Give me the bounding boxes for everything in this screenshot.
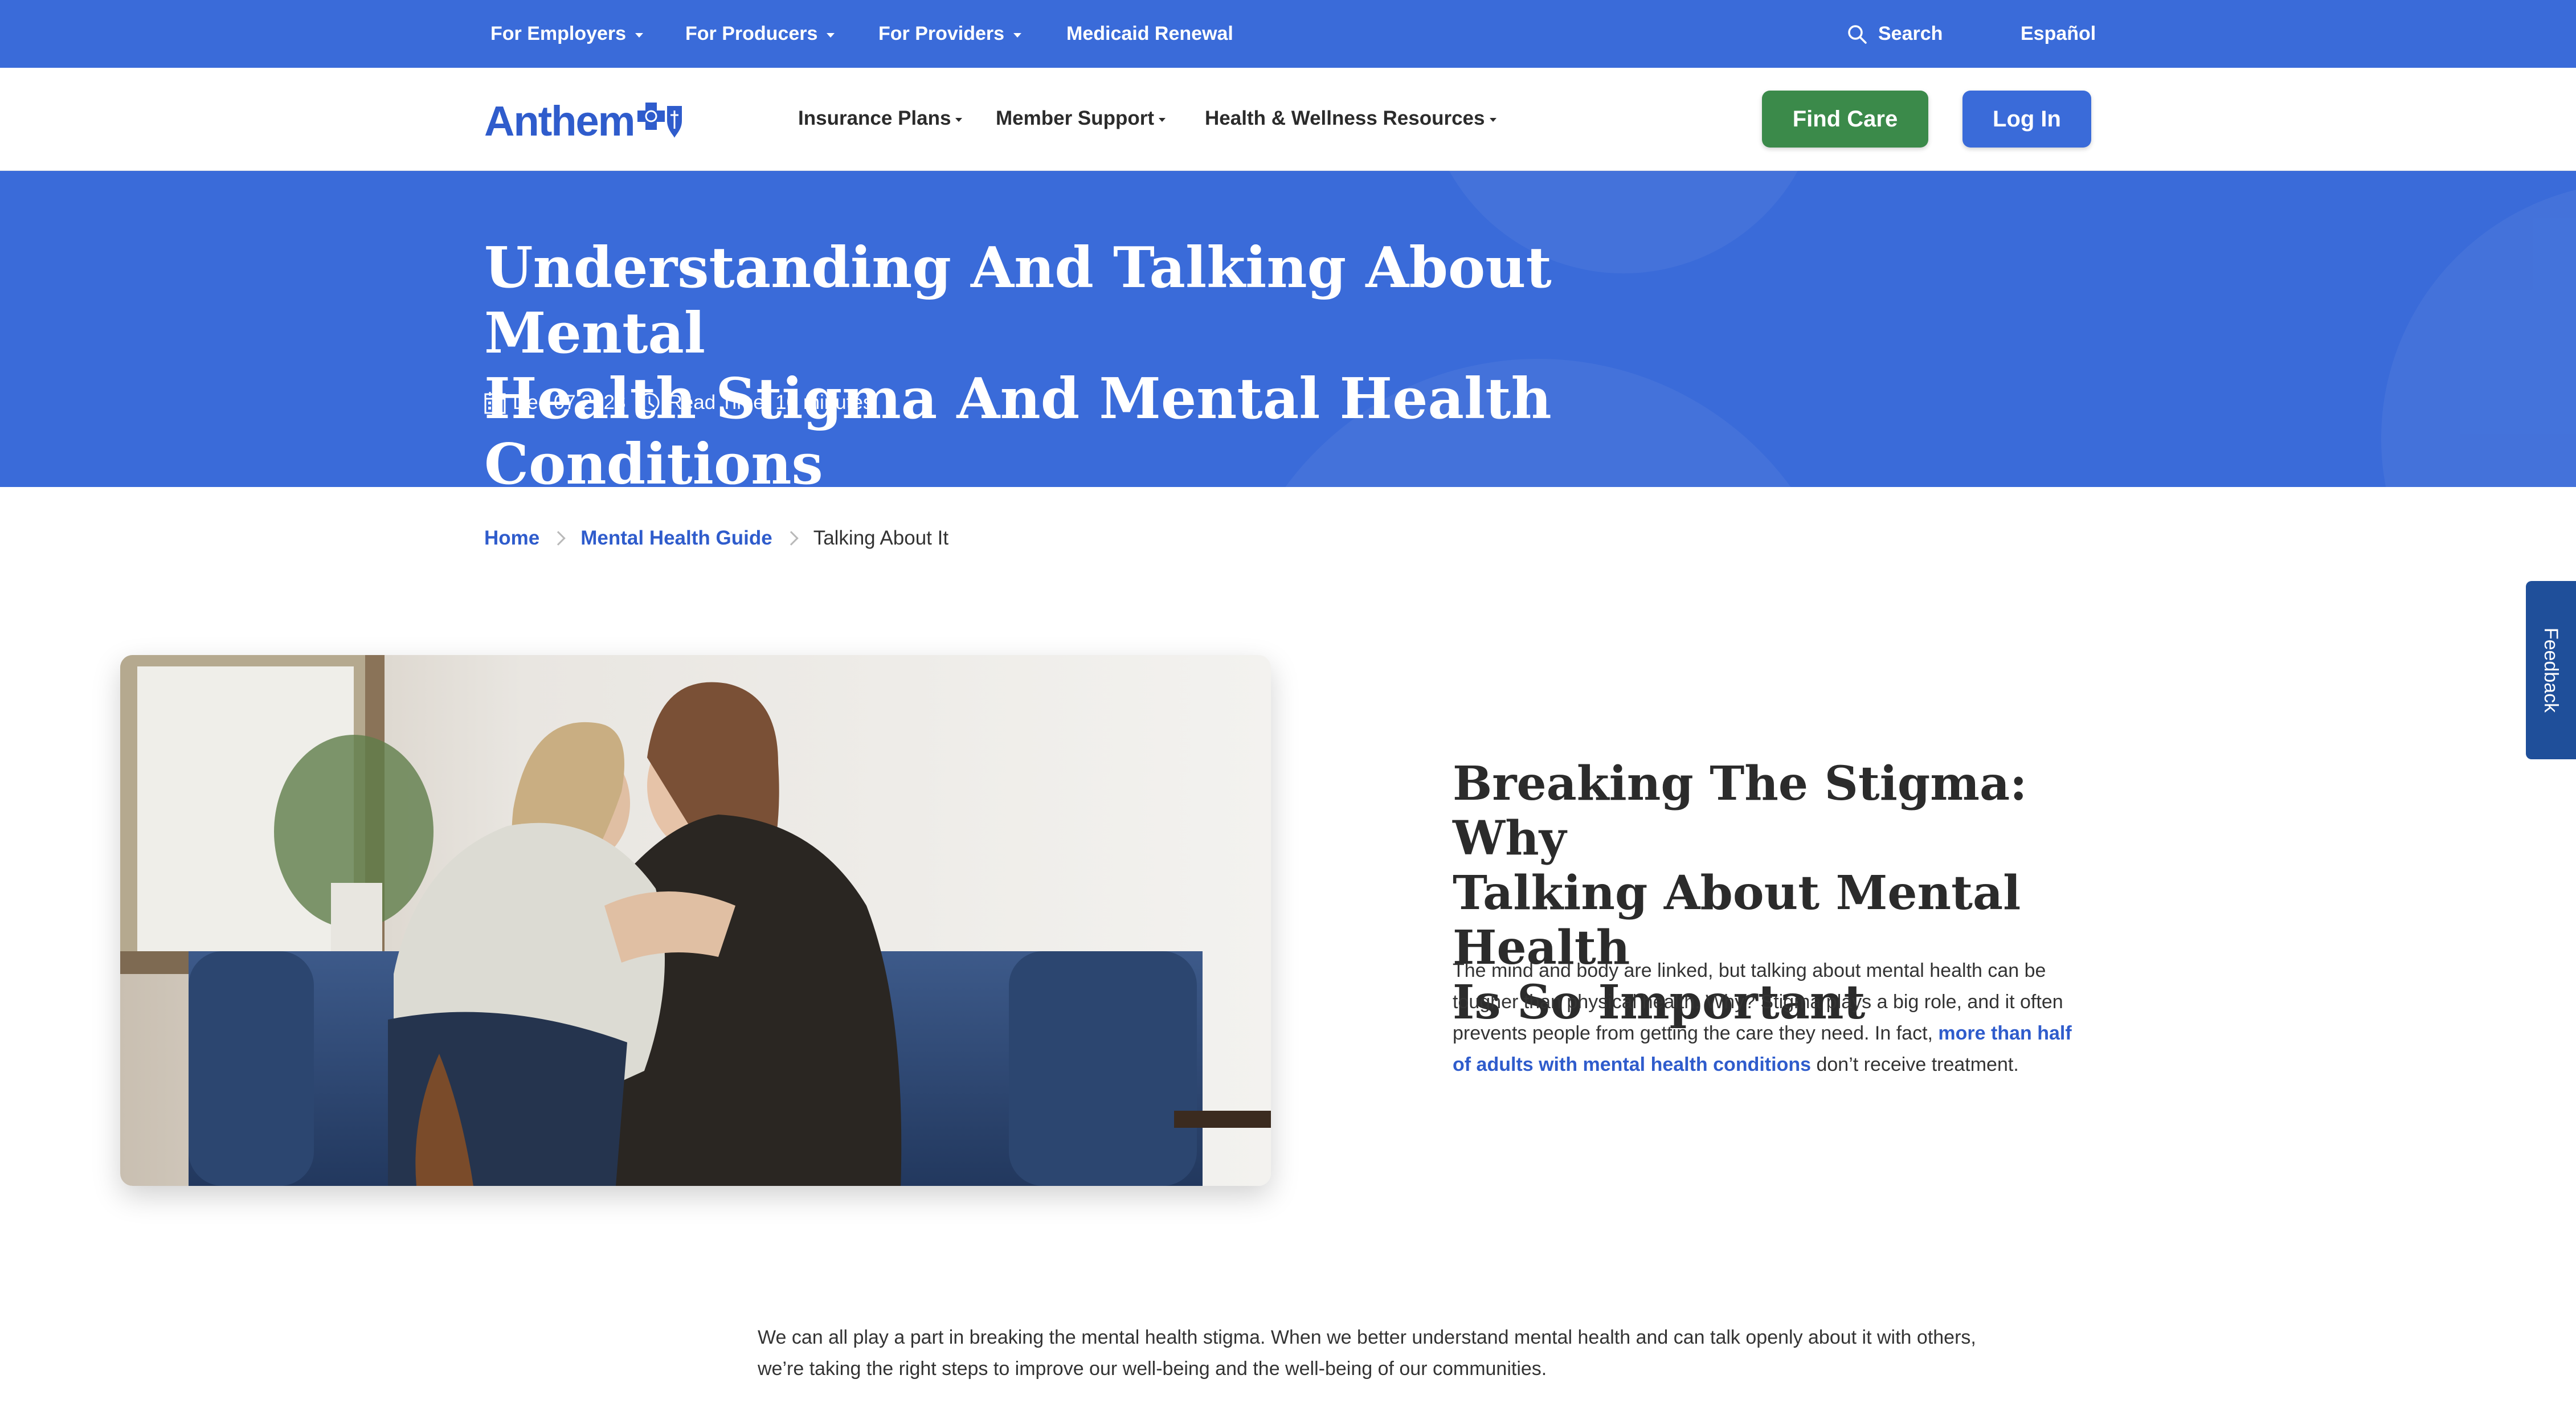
chevron-down-icon <box>1159 117 1166 122</box>
main-header: Anthem Insurance Plans Member Support He… <box>0 68 2576 171</box>
utility-link-label: For Employers <box>490 23 627 44</box>
chevron-down-icon <box>1489 117 1496 122</box>
utility-link-employers[interactable]: For Employers <box>490 0 644 68</box>
nav-label: Insurance Plans <box>798 107 951 129</box>
clock-icon <box>639 392 660 413</box>
feedback-label: Feedback <box>2540 627 2562 713</box>
nav-health-wellness[interactable]: Health & Wellness Resources <box>1205 104 1496 133</box>
chevron-right-icon <box>783 531 799 546</box>
article-date: Dec 07,2023 <box>513 391 626 414</box>
language-link[interactable]: Español <box>2021 0 2096 68</box>
search-label: Search <box>1878 23 1943 44</box>
hero-banner: Understanding And Talking About Mental H… <box>0 171 2576 487</box>
feedback-tab[interactable]: Feedback <box>2526 581 2576 759</box>
page-title: Understanding And Talking About Mental H… <box>484 235 1680 487</box>
utility-link-label: Medicaid Renewal <box>1066 23 1233 44</box>
chevron-down-icon <box>635 32 644 38</box>
section-body-end: don’t receive treatment. <box>1811 1054 2019 1075</box>
nav-member-support[interactable]: Member Support <box>996 104 1166 133</box>
utility-bar: For Employers For Producers For Provider… <box>0 0 2576 68</box>
intro-paragraph: We can all play a part in breaking the m… <box>758 1327 1976 1380</box>
hero-decoration <box>2381 182 2576 487</box>
breadcrumb-mental-health-guide[interactable]: Mental Health Guide <box>580 527 772 550</box>
chevron-right-icon <box>551 531 566 546</box>
blue-cross-icon <box>637 103 682 138</box>
section-paragraph: The mind and body are linked, but talkin… <box>1453 955 2085 1081</box>
utility-link-medicaid-renewal[interactable]: Medicaid Renewal <box>1066 0 1233 68</box>
language-label: Español <box>2021 23 2096 44</box>
section-title-line: Breaking The Stigma: Why <box>1453 756 2027 866</box>
breadcrumb-current: Talking About It <box>813 527 949 549</box>
page-title-line: Health Stigma And Mental Health Conditio… <box>484 366 1552 487</box>
nav-label: Health & Wellness Resources <box>1205 107 1485 129</box>
nav-label: Member Support <box>996 107 1155 129</box>
login-button[interactable]: Log In <box>1962 91 2091 148</box>
anthem-logo[interactable]: Anthem <box>484 97 684 145</box>
two-women-hugging-photo <box>120 655 1271 1186</box>
breadcrumb: Home Mental Health Guide Talking About I… <box>484 524 948 553</box>
utility-link-producers[interactable]: For Producers <box>685 0 835 68</box>
chevron-down-icon <box>827 32 835 38</box>
logo-wordmark: Anthem <box>484 97 635 145</box>
read-time: Read Time: 10 minutes <box>668 391 873 414</box>
article-meta: Dec 07,2023 Read Time: 10 minutes <box>484 388 873 417</box>
chevron-down-icon <box>955 117 963 122</box>
page-title-line: Understanding And Talking About Mental <box>484 235 1552 366</box>
chevron-down-icon <box>1013 32 1022 38</box>
search-link[interactable]: Search <box>1846 0 1943 68</box>
nav-insurance-plans[interactable]: Insurance Plans <box>798 104 963 133</box>
find-care-button[interactable]: Find Care <box>1762 91 1928 148</box>
utility-link-providers[interactable]: For Providers <box>878 0 1022 68</box>
utility-link-label: For Providers <box>878 23 1005 44</box>
utility-link-label: For Producers <box>685 23 818 44</box>
search-icon <box>1848 24 1867 44</box>
calendar-icon <box>484 392 506 414</box>
hero-photo <box>120 655 1271 1186</box>
breadcrumb-home[interactable]: Home <box>484 527 539 550</box>
